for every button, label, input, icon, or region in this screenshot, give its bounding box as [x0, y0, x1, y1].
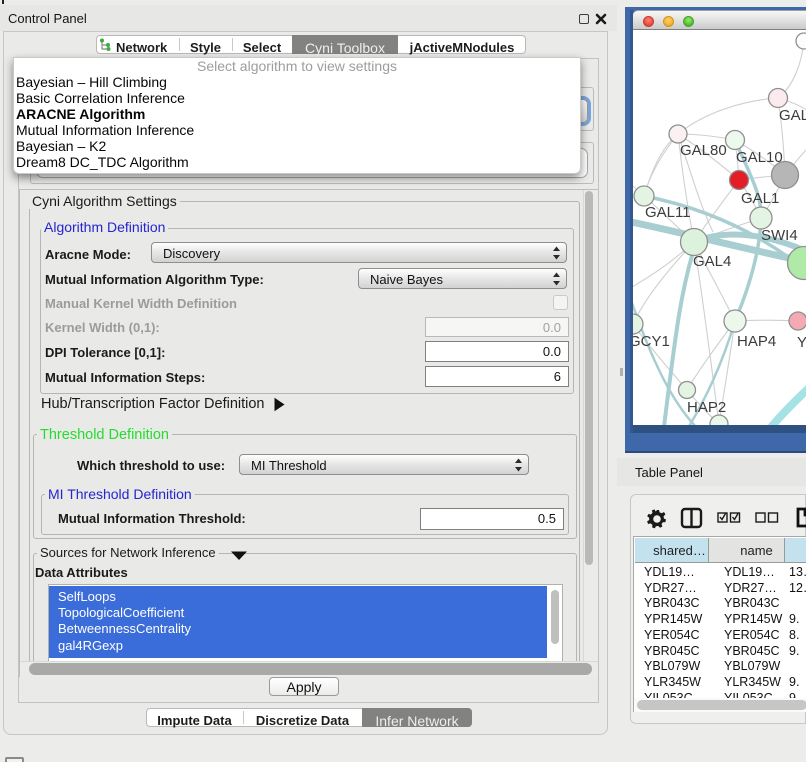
svg-text:HAP2: HAP2 [687, 399, 726, 416]
svg-text:SWI4: SWI4 [761, 227, 798, 244]
svg-text:GAL: GAL [779, 107, 806, 124]
svg-text:GAL11: GAL11 [645, 204, 691, 221]
svg-text:GAL1: GAL1 [741, 190, 779, 207]
svg-text:GAL10: GAL10 [736, 149, 783, 166]
svg-text:GCY1: GCY1 [633, 333, 670, 350]
svg-text:Y: Y [797, 334, 806, 351]
svg-text:HAP4: HAP4 [737, 333, 776, 350]
svg-text:GAL4: GAL4 [693, 253, 731, 270]
svg-text:GAL80: GAL80 [680, 142, 727, 159]
